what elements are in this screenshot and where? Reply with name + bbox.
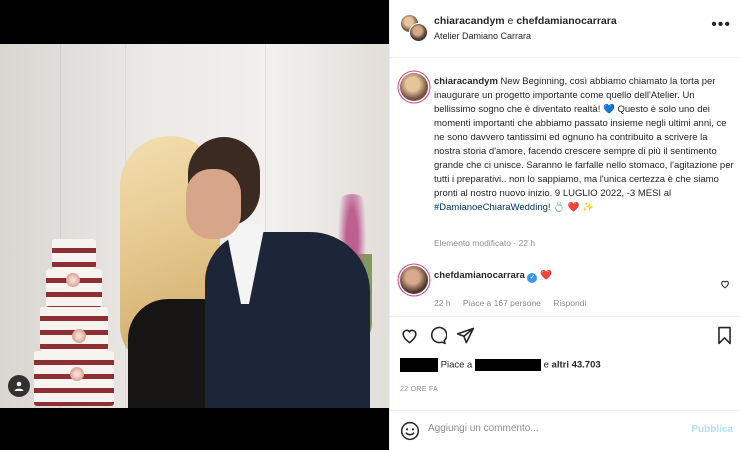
bookmark-icon[interactable] (716, 326, 736, 346)
caption-text: Questo è solo uno dei momenti importanti… (434, 104, 734, 199)
cake-flower (72, 329, 86, 343)
blue-heart-emoji: 💙 (603, 104, 615, 115)
wedding-cake (34, 239, 114, 408)
caption-meta: Elemento modificato · 22 h (434, 238, 536, 248)
likes-others-link[interactable]: altri 43.703 (552, 360, 601, 371)
post-authors: chiaracandym e chefdamianocarrara (434, 15, 617, 27)
post-sidebar: chiaracandym e chefdamianocarrara Atelie… (389, 0, 740, 450)
more-options-icon[interactable]: ••• (711, 16, 731, 34)
groom-face (186, 169, 241, 239)
cake-flower (70, 367, 84, 381)
reply-button[interactable]: Rispondi (553, 298, 586, 308)
post-media (0, 0, 389, 450)
comment-username[interactable]: chefdamianocarrara (434, 270, 525, 281)
authors-connector: e (504, 15, 517, 27)
likes-summary: Piace a e altri 43.703 (400, 358, 601, 372)
cake-tier (52, 239, 96, 269)
avatar[interactable] (409, 23, 428, 42)
hashtag-link[interactable]: #DamianoeChiaraWedding! (434, 202, 551, 213)
comment-like-icon[interactable] (720, 279, 730, 292)
emoji-icon[interactable] (400, 421, 420, 441)
comment-text: ❤️ (540, 270, 552, 281)
share-icon[interactable] (456, 326, 476, 346)
post-actions (390, 316, 740, 352)
heart-icon[interactable] (400, 326, 420, 346)
post-time[interactable]: 22 ORE FA (400, 386, 438, 393)
cake-flower (66, 273, 80, 287)
comment-icon[interactable] (428, 326, 448, 346)
comment-input[interactable] (428, 423, 668, 434)
likes-prefix: Piace a (440, 359, 475, 371)
user-tag-icon[interactable] (8, 375, 30, 397)
comment-time[interactable]: 22 h (434, 298, 451, 308)
caption-username[interactable]: chiaracandym (434, 76, 498, 87)
redacted-username (474, 359, 541, 371)
author-secondary-link[interactable]: chefdamianocarrara (516, 15, 616, 27)
location-link[interactable]: Atelier Damiano Carrara (434, 31, 531, 41)
collab-avatars[interactable] (400, 14, 428, 42)
comment-composer: Pubblica (390, 410, 740, 450)
comment-row: chefdamianocarrara ✓ ❤️ (434, 270, 552, 283)
comment-meta: 22 h Piace a 167 persone Rispondi (434, 298, 596, 308)
avatar[interactable] (400, 266, 428, 294)
avatar[interactable] (400, 73, 428, 101)
caption-emojis: 💍 ❤️ ✨ (550, 202, 594, 213)
comment-likes[interactable]: Piace a 167 persone (463, 298, 541, 308)
publish-button[interactable]: Pubblica (691, 424, 733, 435)
likes-connector: e (540, 359, 552, 371)
groom-suit (205, 232, 370, 408)
post-caption: chiaracandym New Beginning, così abbiamo… (434, 75, 734, 215)
redacted-avatar (400, 358, 438, 372)
cake-tier (40, 307, 108, 351)
verified-badge-icon: ✓ (527, 273, 538, 283)
post-header: chiaracandym e chefdamianocarrara Atelie… (390, 0, 740, 58)
post-photo[interactable] (0, 44, 389, 408)
author-primary-link[interactable]: chiaracandym (434, 15, 505, 27)
